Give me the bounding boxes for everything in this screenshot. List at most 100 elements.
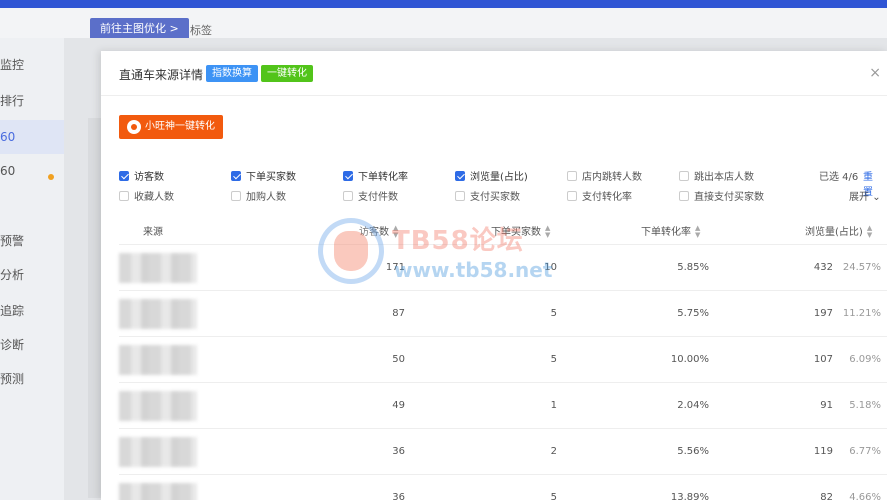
sidebar-item[interactable]: 排行: [0, 92, 64, 109]
cell-order-conversion: 13.89%: [670, 492, 709, 500]
modal-header: 直通车来源详情 指数换算 一键转化 ×: [101, 51, 887, 96]
sort-icon[interactable]: ▲ ▼: [545, 225, 550, 239]
table-row[interactable]: 49 1 2.04% 91 5.18%: [119, 383, 887, 429]
column-header-visitors[interactable]: 访客数 ▲ ▼: [359, 223, 398, 239]
wangwang-icon: [127, 120, 141, 134]
cell-visitors: 49: [392, 400, 405, 411]
redacted-source-image: [119, 483, 197, 500]
cell-share: 5.18%: [849, 400, 881, 411]
wangwang-convert-button[interactable]: 小旺神一键转化: [119, 115, 223, 139]
wangwang-button-label: 小旺神一键转化: [145, 121, 215, 132]
cell-order-conversion: 5.75%: [677, 308, 709, 319]
cell-visitors: 87: [392, 308, 405, 319]
sort-icon[interactable]: ▲ ▼: [867, 225, 872, 239]
metric-checkbox-in-store-jump[interactable]: 店内跳转人数: [567, 168, 642, 183]
checkbox-checked-icon[interactable]: [231, 170, 241, 181]
tag-label: 标签: [190, 24, 212, 37]
redacted-source-image: [119, 437, 197, 467]
table-row[interactable]: 171 10 5.85% 432 24.57%: [119, 245, 887, 291]
checkbox-icon[interactable]: [455, 190, 465, 201]
cell-visitors: 36: [392, 492, 405, 500]
index-convert-button[interactable]: 指数换算: [206, 65, 258, 82]
checkbox-icon[interactable]: [679, 170, 689, 181]
metric-checkbox-bounce[interactable]: 跳出本店人数: [679, 168, 754, 183]
selected-count: 已选 4/6: [819, 172, 859, 183]
metric-checkbox-order-buyers[interactable]: 下单买家数: [231, 168, 296, 183]
cell-order-buyers: 2: [550, 446, 557, 457]
checkbox-icon[interactable]: [231, 190, 241, 201]
expand-toggle[interactable]: 展开 ⌄: [849, 188, 881, 203]
metric-checkbox-paid-items[interactable]: 支付件数: [343, 188, 398, 203]
cell-order-buyers: 1: [550, 400, 557, 411]
cell-visitors: 50: [392, 354, 405, 365]
sidebar-item[interactable]: 60: [0, 164, 64, 178]
sort-icon[interactable]: ▲ ▼: [695, 225, 700, 239]
table-row[interactable]: 36 2 5.56% 119 6.77%: [119, 429, 887, 475]
table-row[interactable]: 87 5 5.75% 197 11.21%: [119, 291, 887, 337]
checkbox-icon[interactable]: [567, 190, 577, 201]
sort-icon[interactable]: ▲ ▼: [393, 225, 398, 239]
metric-checkbox-pageviews[interactable]: 浏览量(占比): [455, 168, 528, 183]
metric-checkbox-add-cart[interactable]: 加购人数: [231, 188, 286, 203]
cell-order-buyers: 5: [550, 354, 557, 365]
cell-pageviews: 107: [813, 354, 833, 365]
metric-checkbox-favorites[interactable]: 收藏人数: [119, 188, 174, 203]
redacted-source-image: [119, 299, 197, 329]
sidebar-item[interactable]: 预警: [0, 232, 64, 249]
cell-visitors: 171: [385, 262, 405, 273]
metric-checkbox-direct-paid-buyers[interactable]: 直接支付买家数: [679, 188, 764, 203]
sidebar-dot-icon: [48, 174, 54, 180]
sidebar-item[interactable]: 分析: [0, 266, 64, 283]
cell-visitors: 36: [392, 446, 405, 457]
checkbox-checked-icon[interactable]: [119, 170, 129, 181]
sidebar-item[interactable]: 追踪: [0, 302, 64, 319]
app-top-bar: [0, 0, 887, 8]
close-icon[interactable]: ×: [869, 65, 881, 81]
checkbox-checked-icon[interactable]: [455, 170, 465, 181]
column-header-order-conversion[interactable]: 下单转化率 ▲ ▼: [641, 223, 700, 239]
redacted-source-image: [119, 345, 197, 375]
table-row[interactable]: 36 5 13.89% 82 4.66%: [119, 475, 887, 500]
sidebar-item-active[interactable]: 60: [0, 120, 64, 154]
cell-pageviews: 91: [820, 400, 833, 411]
checkbox-icon[interactable]: [343, 190, 353, 201]
redacted-source-image: [119, 253, 197, 283]
main-image-optimize-button[interactable]: 前往主图优化 >: [90, 18, 189, 40]
checkbox-checked-icon[interactable]: [343, 170, 353, 181]
source-table: 来源 访客数 ▲ ▼ 下单买家数 ▲ ▼ 下单转化率 ▲ ▼ 浏览量 (占比) ▲ ▼ 171 …: [119, 213, 887, 500]
metric-checkbox-visitors[interactable]: 访客数: [119, 168, 164, 183]
cell-share: 4.66%: [849, 492, 881, 500]
checkbox-icon[interactable]: [567, 170, 577, 181]
cell-share: 6.09%: [849, 354, 881, 365]
column-header-pageviews: 浏览量: [805, 227, 835, 238]
cell-share: 11.21%: [842, 308, 881, 319]
app-tab-bar: 前往主图优化 > 标签: [0, 8, 887, 40]
cell-share: 6.77%: [849, 446, 881, 457]
metric-checkbox-order-conversion[interactable]: 下单转化率: [343, 168, 408, 183]
cell-pageviews: 82: [820, 492, 833, 500]
chevron-down-icon: ⌄: [872, 192, 881, 203]
cell-order-conversion: 10.00%: [670, 354, 709, 365]
cell-order-buyers: 5: [550, 492, 557, 500]
column-header-order-buyers[interactable]: 下单买家数 ▲ ▼: [491, 223, 550, 239]
checkbox-icon[interactable]: [119, 190, 129, 201]
cell-order-buyers: 5: [550, 308, 557, 319]
sidebar-item[interactable]: 预测: [0, 370, 64, 387]
table-row[interactable]: 50 5 10.00% 107 6.09%: [119, 337, 887, 383]
modal-title: 直通车来源详情: [119, 68, 204, 82]
sidebar-item[interactable]: 诊断: [0, 336, 64, 353]
sidebar-item[interactable]: 监控: [0, 56, 64, 73]
cell-order-buyers: 10: [544, 262, 557, 273]
app-sidebar: 监控 排行 60 60 预警 分析 追踪 诊断 预测: [0, 38, 64, 500]
column-header-source: 来源: [143, 227, 163, 238]
column-header-share[interactable]: (占比) ▲ ▼: [835, 223, 872, 239]
cell-order-conversion: 2.04%: [677, 400, 709, 411]
cell-pageviews: 432: [813, 262, 833, 273]
metric-checkbox-paid-buyers[interactable]: 支付买家数: [455, 188, 520, 203]
metric-checkbox-paid-conversion[interactable]: 支付转化率: [567, 188, 632, 203]
checkbox-icon[interactable]: [679, 190, 689, 201]
cell-order-conversion: 5.56%: [677, 446, 709, 457]
cell-share: 24.57%: [842, 262, 881, 273]
one-click-convert-button[interactable]: 一键转化: [261, 65, 313, 82]
cell-pageviews: 119: [813, 446, 833, 457]
